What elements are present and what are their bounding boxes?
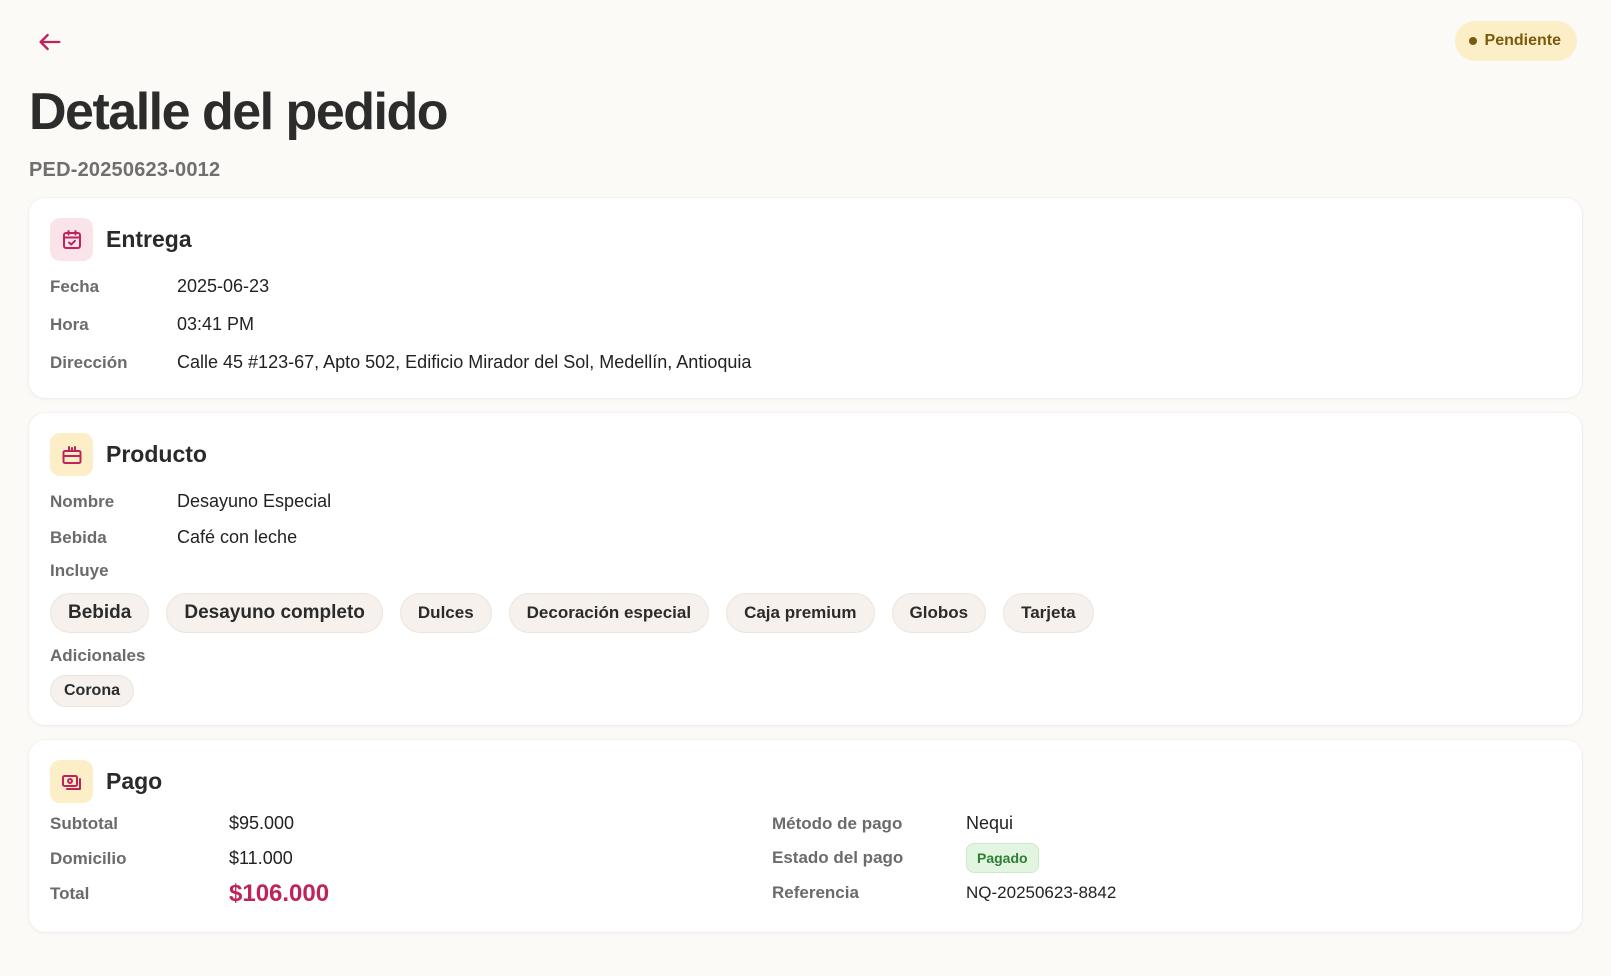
product-card: Producto Nombre Desayuno Especial Bebida… xyxy=(29,413,1582,725)
order-id: PED-20250623-0012 xyxy=(29,159,221,181)
payment-status-badge: Pagado xyxy=(966,843,1039,873)
product-drink-row: Bebida Café con leche xyxy=(50,527,297,548)
delivery-time-label: Hora xyxy=(50,314,89,334)
gift-icon xyxy=(50,433,93,476)
include-chip: Dulces xyxy=(399,593,492,633)
payment-subtotal-value: $95.000 xyxy=(229,813,295,833)
product-extras-row: Adicionales xyxy=(50,646,145,666)
delivery-time-value: 03:41 PM xyxy=(177,314,255,334)
product-card-title: Producto xyxy=(106,441,207,467)
payment-total-label: Total xyxy=(50,884,90,903)
product-drink-value: Café con leche xyxy=(177,527,298,547)
payment-method-row: Método de pago Nequi xyxy=(772,813,1013,834)
back-button[interactable] xyxy=(34,26,66,58)
delivery-address-row: Dirección Calle 45 #123-67, Apto 502, Ed… xyxy=(50,352,751,373)
payment-delivery-row: Domicilio $11.000 xyxy=(50,848,293,869)
product-drink-label: Bebida xyxy=(50,527,107,547)
product-name-label: Nombre xyxy=(50,491,115,511)
delivery-address-value: Calle 45 #123-67, Apto 502, Edificio Mir… xyxy=(177,352,752,372)
payment-delivery-label: Domicilio xyxy=(50,848,127,868)
product-card-header: Producto xyxy=(50,433,207,476)
page-title: Detalle del pedido xyxy=(29,83,448,141)
payment-status-label: Estado del pago xyxy=(772,848,904,867)
order-status-badge: Pendiente xyxy=(1454,21,1577,61)
extra-chip: Corona xyxy=(50,675,134,707)
payment-total-row: Total $106.000 xyxy=(50,880,329,908)
payment-icon xyxy=(50,760,93,803)
delivery-time-row: Hora 03:41 PM xyxy=(50,314,254,335)
delivery-address-label: Dirección xyxy=(50,352,128,372)
include-chip: Bebida xyxy=(50,593,150,633)
product-extras-label: Adicionales xyxy=(50,646,146,665)
payment-subtotal-label: Subtotal xyxy=(50,813,118,833)
include-chip: Decoración especial xyxy=(508,593,710,633)
payment-method-label: Método de pago xyxy=(772,813,903,833)
delivery-card: Entrega Fecha 2025-06-23 Hora 03:41 PM D… xyxy=(29,198,1582,398)
payment-method-value: Nequi xyxy=(966,813,1014,833)
delivery-card-header: Entrega xyxy=(50,218,192,261)
product-name-value: Desayuno Especial xyxy=(177,491,332,511)
payment-delivery-value: $11.000 xyxy=(229,848,293,868)
arrow-left-icon xyxy=(39,33,61,51)
delivery-date-label: Fecha xyxy=(50,276,100,296)
delivery-date-value: 2025-06-23 xyxy=(177,276,270,296)
payment-card-title: Pago xyxy=(106,768,163,794)
include-chip: Desayuno completo xyxy=(166,593,383,633)
payment-card-header: Pago xyxy=(50,760,162,803)
payment-card: Pago Subtotal $95.000 Domicilio $11.000 … xyxy=(29,740,1582,932)
include-chip: Tarjeta xyxy=(1003,593,1094,633)
payment-status-row: Estado del pago Pagado xyxy=(772,843,1039,873)
product-includes-row: Incluye xyxy=(50,561,109,581)
product-includes-label: Incluye xyxy=(50,561,109,580)
payment-subtotal-row: Subtotal $95.000 xyxy=(50,813,294,834)
include-chip: Caja premium xyxy=(726,593,875,633)
extras-chip-list: Corona xyxy=(50,675,134,707)
delivery-card-title: Entrega xyxy=(106,226,192,252)
delivery-date-row: Fecha 2025-06-23 xyxy=(50,276,269,297)
product-name-row: Nombre Desayuno Especial xyxy=(50,491,331,512)
payment-reference-value: NQ-20250623-8842 xyxy=(966,883,1117,902)
status-dot-icon xyxy=(1468,37,1477,45)
calendar-check-icon xyxy=(50,218,93,261)
payment-reference-label: Referencia xyxy=(772,883,859,902)
payment-total-value: $106.000 xyxy=(229,880,330,907)
payment-reference-row: Referencia NQ-20250623-8842 xyxy=(772,883,1116,903)
includes-chip-list: Bebida Desayuno completo Dulces Decoraci… xyxy=(50,593,1094,633)
include-chip: Globos xyxy=(891,593,987,633)
order-status-label: Pendiente xyxy=(1484,32,1561,49)
